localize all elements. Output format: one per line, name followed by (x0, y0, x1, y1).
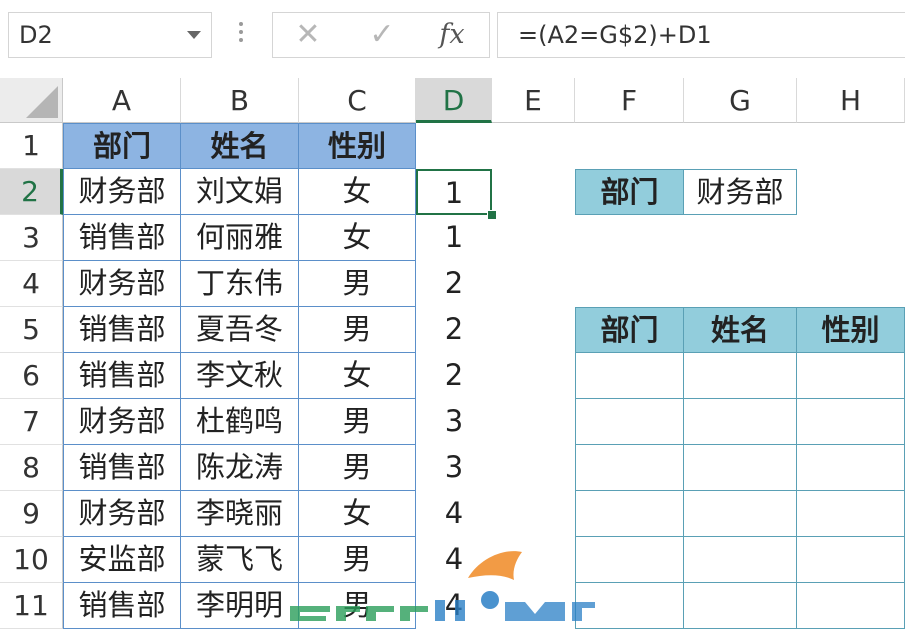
row-header-1[interactable]: 1 (0, 123, 63, 169)
source-table-cell[interactable]: 陈龙涛 (181, 445, 299, 491)
source-table-cell[interactable]: 女 (299, 353, 416, 399)
name-box-dropdown-icon[interactable] (187, 31, 201, 39)
helper-cell[interactable]: 4 (416, 583, 492, 629)
column-header-b[interactable]: B (181, 78, 299, 123)
source-table-cell[interactable]: 李明明 (181, 583, 299, 629)
source-table-cell[interactable]: 财务部 (63, 169, 181, 215)
source-table-cell[interactable]: 销售部 (63, 353, 181, 399)
output-table-empty-cell[interactable] (575, 399, 684, 445)
source-table-header-cell[interactable]: 部门 (63, 123, 181, 169)
source-table-header-cell[interactable]: 姓名 (181, 123, 299, 169)
cancel-icon[interactable]: ✕ (279, 13, 337, 57)
row-header-5[interactable]: 5 (0, 307, 63, 353)
output-table-empty-cell[interactable] (797, 445, 905, 491)
formula-bar: D2 ✕ ✓ fx =(A2=G$2)+D1 (0, 0, 905, 72)
source-table-cell[interactable]: 安监部 (63, 537, 181, 583)
row-header-3[interactable]: 3 (0, 215, 63, 261)
column-header-f[interactable]: F (575, 78, 684, 123)
helper-cell[interactable]: 3 (416, 445, 492, 491)
row-header-4[interactable]: 4 (0, 261, 63, 307)
source-table-cell[interactable]: 销售部 (63, 445, 181, 491)
helper-cell[interactable]: 4 (416, 491, 492, 537)
formula-text[interactable]: =(A2=G$2)+D1 (518, 21, 712, 49)
active-cell-d2[interactable]: 1 (416, 169, 492, 215)
select-all-triangle-icon[interactable] (26, 86, 58, 118)
source-table-cell[interactable]: 女 (299, 491, 416, 537)
row-header-11[interactable]: 11 (0, 583, 63, 629)
name-box-value[interactable]: D2 (19, 21, 53, 49)
source-table-cell[interactable]: 何丽雅 (181, 215, 299, 261)
helper-cell[interactable]: 3 (416, 399, 492, 445)
column-header-e[interactable]: E (492, 78, 575, 123)
column-header-d[interactable]: D (416, 78, 492, 123)
output-table-empty-cell[interactable] (684, 537, 797, 583)
row-header-2[interactable]: 2 (0, 169, 63, 215)
output-table-header-cell[interactable]: 部门 (575, 307, 684, 353)
helper-cell[interactable]: 2 (416, 307, 492, 353)
source-table-cell[interactable]: 男 (299, 307, 416, 353)
source-table-cell[interactable]: 男 (299, 399, 416, 445)
source-table-cell[interactable]: 男 (299, 445, 416, 491)
select-all-button[interactable] (0, 78, 63, 123)
source-table-cell[interactable]: 男 (299, 583, 416, 629)
helper-cell[interactable]: 1 (416, 215, 492, 261)
output-table-header-cell[interactable]: 性别 (797, 307, 905, 353)
source-table-cell[interactable]: 夏吾冬 (181, 307, 299, 353)
source-table-cell[interactable]: 财务部 (63, 399, 181, 445)
output-table-empty-cell[interactable] (797, 537, 905, 583)
helper-cell[interactable]: 4 (416, 537, 492, 583)
criteria-value-cell[interactable]: 财务部 (684, 169, 797, 215)
output-table-header-cell[interactable]: 姓名 (684, 307, 797, 353)
output-table-empty-cell[interactable] (797, 353, 905, 399)
output-table-empty-cell[interactable] (684, 353, 797, 399)
row-header-9[interactable]: 9 (0, 491, 63, 537)
formula-buttons: ✕ ✓ fx (272, 12, 490, 58)
output-table-empty-cell[interactable] (575, 353, 684, 399)
output-table-empty-cell[interactable] (797, 491, 905, 537)
source-table-cell[interactable]: 男 (299, 261, 416, 307)
output-table-empty-cell[interactable] (684, 491, 797, 537)
source-table-cell[interactable]: 男 (299, 537, 416, 583)
output-table-empty-cell[interactable] (684, 583, 797, 629)
name-box[interactable]: D2 (8, 12, 212, 58)
column-header-g[interactable]: G (684, 78, 797, 123)
helper-cell[interactable]: 2 (416, 353, 492, 399)
output-table-empty-cell[interactable] (797, 583, 905, 629)
output-table-empty-cell[interactable] (575, 583, 684, 629)
formula-input[interactable]: =(A2=G$2)+D1 (497, 12, 905, 58)
source-table-cell[interactable]: 销售部 (63, 307, 181, 353)
output-table-empty-cell[interactable] (575, 445, 684, 491)
source-table-cell[interactable]: 财务部 (63, 261, 181, 307)
insert-function-icon[interactable]: fx (423, 13, 481, 57)
source-table-cell[interactable]: 女 (299, 169, 416, 215)
source-table-cell[interactable]: 销售部 (63, 215, 181, 261)
output-table-empty-cell[interactable] (797, 399, 905, 445)
output-table-empty-cell[interactable] (575, 491, 684, 537)
output-table-empty-cell[interactable] (575, 537, 684, 583)
source-table-cell[interactable]: 李晓丽 (181, 491, 299, 537)
source-table-cell[interactable]: 刘文娟 (181, 169, 299, 215)
column-header-c[interactable]: C (299, 78, 416, 123)
source-table-cell[interactable]: 蒙飞飞 (181, 537, 299, 583)
source-table-cell[interactable]: 销售部 (63, 583, 181, 629)
row-header-8[interactable]: 8 (0, 445, 63, 491)
source-table-cell[interactable]: 李文秋 (181, 353, 299, 399)
row-header-6[interactable]: 6 (0, 353, 63, 399)
helper-cell[interactable]: 2 (416, 261, 492, 307)
source-table-cell[interactable]: 杜鹤鸣 (181, 399, 299, 445)
source-table-cell[interactable]: 女 (299, 215, 416, 261)
column-header-h[interactable]: H (797, 78, 905, 123)
row-header-10[interactable]: 10 (0, 537, 63, 583)
source-table-header-cell[interactable]: 性别 (299, 123, 416, 169)
column-header-a[interactable]: A (63, 78, 181, 123)
formula-bar-resize-handle-icon[interactable] (234, 18, 248, 52)
source-table-cell[interactable]: 财务部 (63, 491, 181, 537)
output-table-empty-cell[interactable] (684, 445, 797, 491)
criteria-label-cell[interactable]: 部门 (575, 169, 684, 215)
row-header-7[interactable]: 7 (0, 399, 63, 445)
enter-icon[interactable]: ✓ (353, 13, 411, 57)
output-table-empty-cell[interactable] (684, 399, 797, 445)
source-table-cell[interactable]: 丁东伟 (181, 261, 299, 307)
